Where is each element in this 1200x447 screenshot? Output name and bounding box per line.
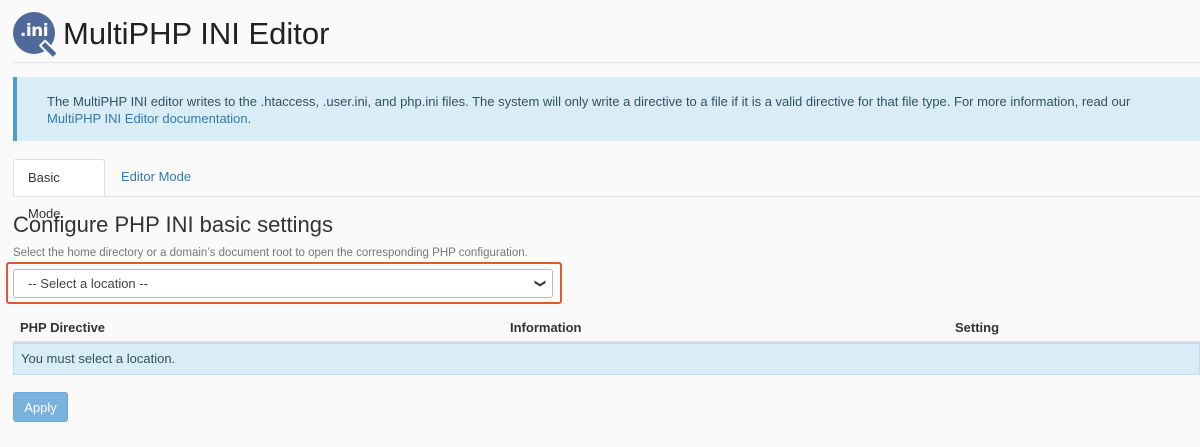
section-help-text: Select the home directory or a domain’s … bbox=[13, 247, 528, 259]
ini-editor-icon: .ini bbox=[13, 12, 60, 60]
tab-editor-mode[interactable]: Editor Mode bbox=[107, 159, 205, 195]
info-suffix: . bbox=[247, 111, 252, 126]
chevron-down-icon: ❯ bbox=[533, 278, 546, 289]
directives-table-header: PHP Directive Information Setting bbox=[13, 313, 1200, 343]
table-empty-message: You must select a location. bbox=[13, 343, 1200, 375]
column-setting: Setting bbox=[955, 320, 1000, 335]
column-php-directive: PHP Directive bbox=[20, 320, 106, 335]
page-title: MultiPHP INI Editor bbox=[63, 15, 330, 51]
ini-icon-text: .ini bbox=[19, 21, 49, 41]
title-divider bbox=[13, 62, 1200, 63]
column-information: Information bbox=[510, 320, 582, 335]
documentation-link[interactable]: MultiPHP INI Editor documentation bbox=[47, 111, 248, 126]
page: .ini MultiPHP INI Editor The MultiPHP IN… bbox=[0, 0, 1200, 447]
apply-button[interactable]: Apply bbox=[13, 392, 68, 422]
info-alert: The MultiPHP INI editor writes to the .h… bbox=[13, 77, 1200, 141]
location-select-value: -- Select a location -- bbox=[28, 276, 148, 291]
tab-basic-mode[interactable]: Basic Mode bbox=[13, 159, 105, 221]
page-header: .ini MultiPHP INI Editor bbox=[13, 8, 330, 60]
location-select[interactable]: -- Select a location -- ❯ bbox=[13, 269, 553, 298]
info-text: The MultiPHP INI editor writes to the .h… bbox=[47, 94, 1131, 109]
pencil-icon bbox=[38, 39, 60, 60]
mode-tabs: Basic Mode Editor Mode bbox=[13, 159, 1200, 221]
section-title: Configure PHP INI basic settings bbox=[13, 212, 333, 237]
